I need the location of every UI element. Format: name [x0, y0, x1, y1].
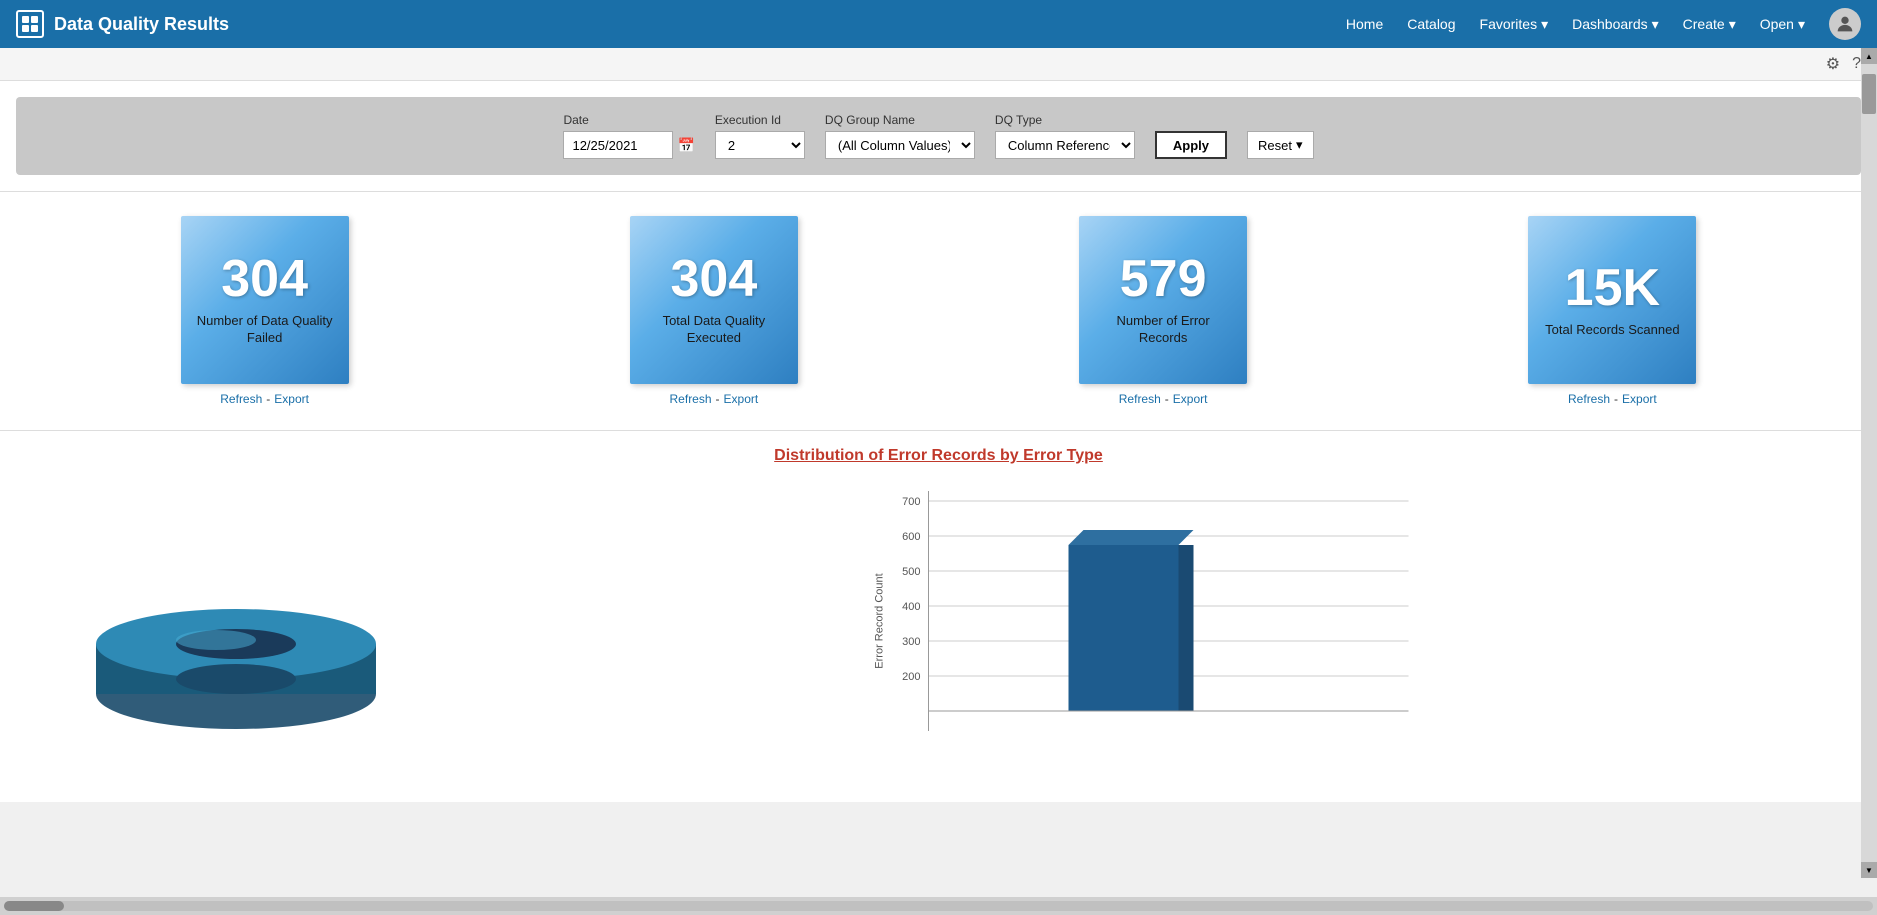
filter-panel: Date 📅 Execution Id 2 DQ Group Name [16, 97, 1861, 175]
nav-catalog[interactable]: Catalog [1407, 16, 1455, 32]
vertical-scrollbar: ▲ ▼ [1861, 48, 1877, 878]
svg-text:400: 400 [902, 601, 920, 613]
pie-chart-svg [76, 524, 396, 744]
nav-home[interactable]: Home [1346, 16, 1383, 32]
dq-type-filter-group: DQ Type Column Reference [995, 113, 1135, 159]
svg-text:200: 200 [902, 671, 920, 683]
dq-group-filter-group: DQ Group Name (All Column Values) [825, 113, 975, 159]
kpi-card-wrapper-1: 304 Total Data Quality Executed Refresh … [630, 216, 798, 406]
kpi-links-3: Refresh - Export [1568, 392, 1657, 406]
svg-text:Error Record Count: Error Record Count [874, 573, 886, 668]
bar-chart-area: 700 600 500 400 300 200 [456, 481, 1841, 786]
date-input-row: 📅 [563, 131, 694, 159]
svg-text:600: 600 [902, 531, 920, 543]
kpi-links-0: Refresh - Export [220, 392, 309, 406]
toolbar-icons: ⚙ ? [1826, 54, 1861, 74]
kpi-label-0: Number of Data Quality Failed [193, 313, 337, 347]
nav-favorites[interactable]: Favorites ▾ [1480, 16, 1549, 33]
kpi-number-2: 579 [1120, 253, 1207, 305]
settings-icon[interactable]: ⚙ [1826, 54, 1840, 74]
kpi-refresh-2[interactable]: Refresh [1119, 392, 1161, 406]
kpi-card-1: 304 Total Data Quality Executed [630, 216, 798, 384]
dq-group-label: DQ Group Name [825, 113, 975, 127]
date-input[interactable] [563, 131, 673, 159]
nav-links: Home Catalog Favorites ▾ Dashboards ▾ Cr… [1346, 8, 1861, 40]
help-icon[interactable]: ? [1852, 55, 1861, 73]
calendar-icon[interactable]: 📅 [677, 137, 694, 154]
kpi-number-3: 15K [1565, 262, 1660, 314]
kpi-refresh-1[interactable]: Refresh [670, 392, 712, 406]
scrollbar-thumb[interactable] [4, 901, 64, 911]
filter-section: Date 📅 Execution Id 2 DQ Group Name [0, 81, 1877, 192]
svg-text:300: 300 [902, 636, 920, 648]
kpi-export-2[interactable]: Export [1173, 392, 1208, 406]
kpi-refresh-0[interactable]: Refresh [220, 392, 262, 406]
chart-title[interactable]: Distribution of Error Records by Error T… [16, 447, 1861, 465]
kpi-links-1: Refresh - Export [670, 392, 759, 406]
scrollbar-track [4, 901, 1873, 911]
logo-icon [16, 10, 44, 38]
execution-id-label: Execution Id [715, 113, 805, 127]
kpi-number-1: 304 [670, 253, 757, 305]
dq-type-input-row: Column Reference [995, 131, 1135, 159]
pie-chart-area [36, 481, 436, 786]
bar-chart-svg: 700 600 500 400 300 200 [456, 481, 1841, 781]
svg-text:700: 700 [902, 496, 920, 508]
execution-id-filter-group: Execution Id 2 [715, 113, 805, 159]
kpi-card-3: 15K Total Records Scanned [1528, 216, 1696, 384]
kpi-refresh-3[interactable]: Refresh [1568, 392, 1610, 406]
vscroll-thumb[interactable] [1862, 74, 1876, 114]
dq-group-select[interactable]: (All Column Values) [825, 131, 975, 159]
reset-button[interactable]: Reset ▾ [1247, 131, 1314, 159]
date-label: Date [563, 113, 694, 127]
kpi-export-0[interactable]: Export [274, 392, 309, 406]
vscroll-track [1861, 64, 1877, 862]
kpi-export-3[interactable]: Export [1622, 392, 1657, 406]
execution-id-input-row: 2 [715, 131, 805, 159]
kpi-label-2: Number of Error Records [1091, 313, 1235, 347]
kpi-card-0: 304 Number of Data Quality Failed [181, 216, 349, 384]
kpi-card-wrapper-3: 15K Total Records Scanned Refresh - Expo… [1528, 216, 1696, 406]
kpi-card-wrapper-0: 304 Number of Data Quality Failed Refres… [181, 216, 349, 406]
chart-section: Distribution of Error Records by Error T… [0, 431, 1877, 802]
user-avatar[interactable] [1829, 8, 1861, 40]
kpi-card-wrapper-2: 579 Number of Error Records Refresh - Ex… [1079, 216, 1247, 406]
dq-group-input-row: (All Column Values) [825, 131, 975, 159]
kpi-section: 304 Number of Data Quality Failed Refres… [0, 192, 1877, 431]
kpi-export-1[interactable]: Export [724, 392, 759, 406]
kpi-card-2: 579 Number of Error Records [1079, 216, 1247, 384]
date-filter-group: Date 📅 [563, 113, 694, 159]
nav-create[interactable]: Create ▾ [1683, 16, 1736, 33]
vscroll-down-button[interactable]: ▼ [1861, 862, 1877, 878]
kpi-number-0: 304 [221, 253, 308, 305]
svg-text:500: 500 [902, 566, 920, 578]
chart-area: 700 600 500 400 300 200 [16, 481, 1861, 786]
kpi-links-2: Refresh - Export [1119, 392, 1208, 406]
execution-id-select[interactable]: 2 [715, 131, 805, 159]
nav-open[interactable]: Open ▾ [1760, 16, 1805, 33]
nav-dashboards[interactable]: Dashboards ▾ [1572, 16, 1659, 33]
top-navigation: Data Quality Results Home Catalog Favori… [0, 0, 1877, 48]
kpi-label-3: Total Records Scanned [1545, 322, 1679, 339]
apply-button[interactable]: Apply [1155, 131, 1227, 159]
app-title: Data Quality Results [54, 14, 229, 35]
kpi-label-1: Total Data Quality Executed [642, 313, 786, 347]
toolbar-row: ⚙ ? [0, 48, 1877, 81]
bottom-scrollbar[interactable] [0, 897, 1877, 915]
vscroll-up-button[interactable]: ▲ [1861, 48, 1877, 64]
dq-type-select[interactable]: Column Reference [995, 131, 1135, 159]
app-logo: Data Quality Results [16, 10, 229, 38]
dq-type-label: DQ Type [995, 113, 1135, 127]
page-content: Date 📅 Execution Id 2 DQ Group Name [0, 81, 1877, 897]
